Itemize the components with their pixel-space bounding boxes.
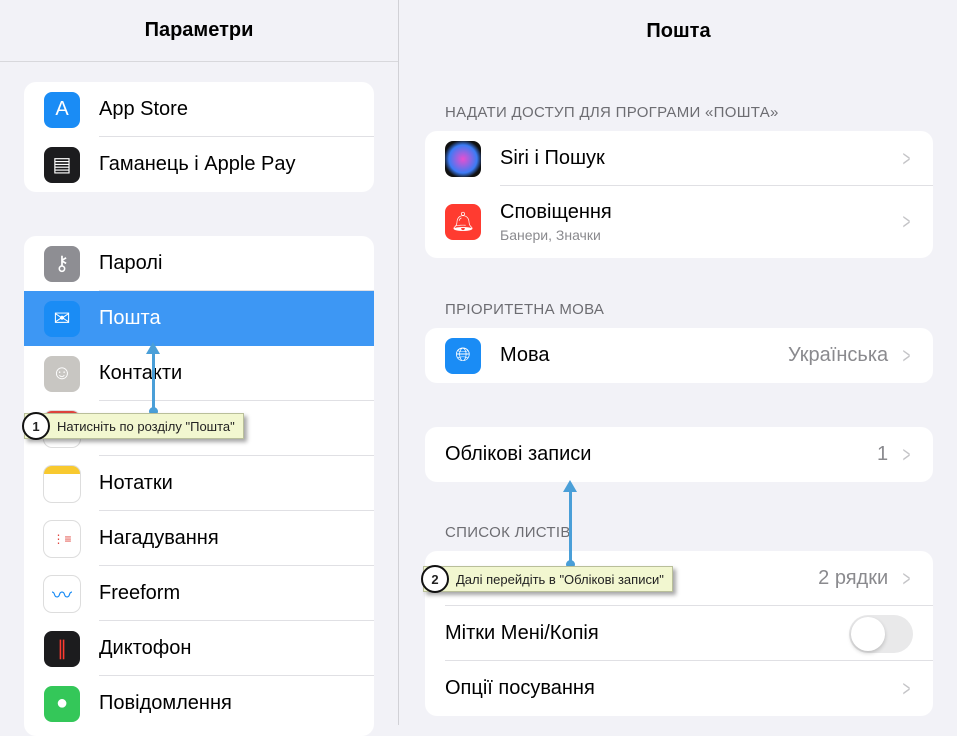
pane-title: Пошта [646,19,711,42]
chevron-right-icon: > [902,209,911,234]
voice-memos-icon: ∥ [44,630,80,667]
section-header-language: ПРІОРИТЕТНА МОВА [445,301,605,318]
swipe-options-row[interactable]: Опції посування > [425,661,933,716]
value: Українська [788,344,889,366]
tip-text: Натисніть по розділу "Пошта" [57,419,235,434]
sidebar-item-wallet[interactable]: ▤ Гаманець і Apple Pay [24,137,374,192]
sidebar-item-voice-memos[interactable]: ∥ Диктофон [24,621,374,676]
sidebar-item-reminders[interactable]: ⋮≡ Нагадування [24,511,374,566]
label: Пошта [99,307,161,329]
chevron-right-icon: > [902,441,911,467]
label: Мова [500,344,550,366]
sidebar-item-passwords[interactable]: ⚷ Паролі [24,236,374,291]
language-row[interactable]: 🌐︎ Мова Українська > [425,328,933,383]
siri-search-row[interactable]: Siri і Пошук > [425,131,933,186]
language-group: 🌐︎ Мова Українська > [425,328,933,383]
value: 2 рядки [818,567,889,589]
to-cc-toggle[interactable] [849,614,913,653]
accounts-group: Облікові записи 1 > [425,427,933,482]
chevron-right-icon: > [902,675,911,701]
value: 1 [877,443,889,465]
mail-icon: ✉ [44,300,80,337]
label: Повідомлення [99,692,232,714]
hint-tooltip-1: 1 Натисніть по розділу "Пошта" [22,412,244,440]
section-header-access: НАДАТИ ДОСТУП ДЛЯ ПРОГРАМИ «ПОШТА» [445,104,779,121]
reminders-icon: ⋮≡ [44,520,80,557]
sidebar-item-notes[interactable]: Нотатки [24,456,374,511]
chevron-right-icon: > [902,145,911,171]
label: Нагадування [99,527,219,549]
label: Опції посування [445,677,595,699]
step-badge: 1 [22,412,50,440]
sidebar-group-2: ⚷ Паролі ✉ Пошта ☺ Контакти Нотатки ⋮≡ Нагад… [24,236,374,736]
siri-icon [445,140,481,177]
app-store-icon: A [44,91,80,128]
label: Облікові записи [445,443,592,465]
sublabel: Банери, Значки [500,227,601,243]
sidebar-item-freeform[interactable]: 〰 Freeform [24,566,374,621]
arrow-1 [146,342,160,410]
label: Контакти [99,362,183,384]
hint-tooltip-2: 2 Далі перейдіть в "Облікові записи" [421,565,673,593]
access-group: Siri і Пошук > 🔔︎ Сповіщення Банери, Значки… [425,131,933,258]
sidebar-item-app-store[interactable]: A App Store [24,82,374,137]
wallet-icon: ▤ [44,146,80,183]
sidebar-item-messages[interactable]: ● Повідомлення [24,676,374,731]
sidebar-item-contacts[interactable]: ☺ Контакти [24,346,374,401]
contacts-icon: ☺ [44,355,80,392]
settings-sidebar: Параметри A App Store ▤ Гаманець і Apple P… [0,0,399,736]
to-cc-row: Мітки Мені/Копія [425,606,933,661]
sidebar-title: Параметри [0,0,398,62]
label: Сповіщення [500,201,612,223]
chevron-right-icon: > [902,565,911,591]
label: Мітки Мені/Копія [445,622,599,644]
accounts-row[interactable]: Облікові записи 1 > [425,427,933,482]
sidebar-group-1: A App Store ▤ Гаманець і Apple Pay [24,82,374,192]
notifications-row[interactable]: 🔔︎ Сповіщення Банери, Значки > [425,186,933,258]
arrow-2 [563,480,577,564]
step-badge: 2 [421,565,449,593]
tip-text: Далі перейдіть в "Облікові записи" [456,572,664,587]
chevron-right-icon: > [902,342,911,368]
globe-icon: 🌐︎ [445,337,481,374]
label: Siri і Пошук [500,147,605,169]
label: App Store [99,98,188,120]
label: Гаманець і Apple Pay [99,153,296,175]
sidebar-item-mail[interactable]: ✉ Пошта [24,291,374,346]
bell-icon: 🔔︎ [445,204,481,240]
label: Диктофон [99,637,192,659]
freeform-icon: 〰 [44,575,80,612]
label: Нотатки [99,472,173,494]
label: Freeform [99,582,181,604]
messages-icon: ● [44,685,80,722]
notes-icon [44,465,80,502]
label: Паролі [99,252,163,274]
key-icon: ⚷ [44,245,80,282]
section-header-message-list: СПИСОК ЛИСТІВ [445,524,571,541]
